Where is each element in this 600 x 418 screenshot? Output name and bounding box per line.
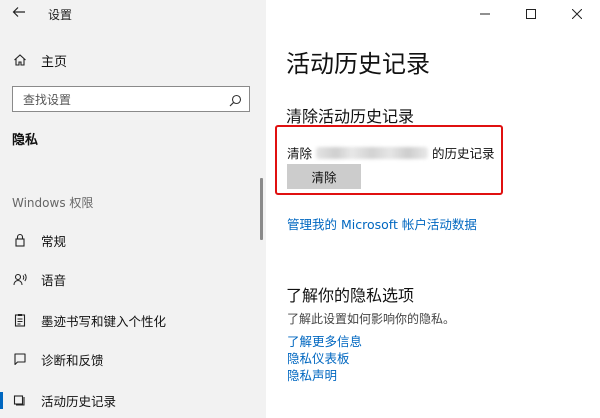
sidebar-item-label: 诊断和反馈 — [41, 352, 104, 368]
window-controls — [462, 0, 600, 28]
home-icon — [13, 53, 27, 67]
sidebar-scrollbar[interactable] — [260, 178, 263, 240]
sidebar-item-general[interactable]: 常规 — [0, 226, 266, 254]
manage-activity-data-link[interactable]: 管理我的 Microsoft 帐户活动数据 — [287, 214, 477, 233]
clipboard-icon — [13, 313, 27, 327]
activity-icon — [13, 393, 27, 407]
maximize-icon — [526, 9, 536, 19]
sidebar-item-label: 语音 — [41, 272, 67, 288]
sidebar-item-label: 活动历史记录 — [41, 393, 117, 409]
lock-icon — [13, 233, 27, 247]
close-button[interactable] — [554, 0, 600, 28]
category-heading: 隐私 — [12, 133, 39, 148]
sidebar-item-inking[interactable]: 墨迹书写和键入个性化 — [0, 306, 266, 334]
clear-prefix: 清除 — [287, 146, 313, 161]
minimize-button[interactable] — [462, 0, 508, 28]
clear-button[interactable]: 清除 — [287, 164, 361, 189]
sidebar-item-activity-history[interactable]: 活动历史记录 — [0, 386, 266, 414]
sidebar-item-home[interactable]: 主页 — [0, 46, 266, 74]
sidebar-item-speech[interactable]: 语音 — [0, 265, 266, 293]
page-title: 活动历史记录 — [286, 50, 430, 78]
search-icon[interactable] — [229, 92, 242, 111]
minimize-icon — [480, 13, 490, 15]
search-box[interactable] — [12, 86, 250, 112]
sidebar-item-label: 常规 — [41, 233, 67, 249]
app-title: 设置 — [48, 8, 73, 22]
speech-icon — [13, 272, 27, 286]
feedback-icon — [13, 352, 27, 366]
clear-history-heading: 清除活动历史记录 — [286, 107, 415, 126]
search-input[interactable] — [21, 91, 225, 109]
clear-history-description: 清除 的历史记录 — [287, 143, 495, 162]
blurred-account-name — [316, 146, 429, 159]
titlebar: 设置 — [0, 0, 266, 28]
maximize-button[interactable] — [508, 0, 554, 28]
close-icon — [572, 9, 582, 19]
privacy-description: 了解此设置如何影响你的隐私。 — [287, 312, 456, 326]
section-label: Windows 权限 — [12, 196, 94, 210]
clear-suffix: 的历史记录 — [432, 146, 495, 161]
sidebar-item-diagnostics[interactable]: 诊断和反馈 — [0, 345, 266, 373]
sidebar-item-label: 主页 — [41, 54, 68, 70]
sidebar-item-label: 墨迹书写和键入个性化 — [41, 313, 167, 329]
privacy-options-heading: 了解你的隐私选项 — [286, 286, 415, 305]
back-arrow-icon[interactable] — [12, 5, 26, 23]
privacy-statement-link[interactable]: 隐私声明 — [287, 365, 337, 384]
sidebar: 设置 主页 隐私 Windows 权限 常规 语音 墨迹书写和键入个性化 — [0, 0, 266, 418]
